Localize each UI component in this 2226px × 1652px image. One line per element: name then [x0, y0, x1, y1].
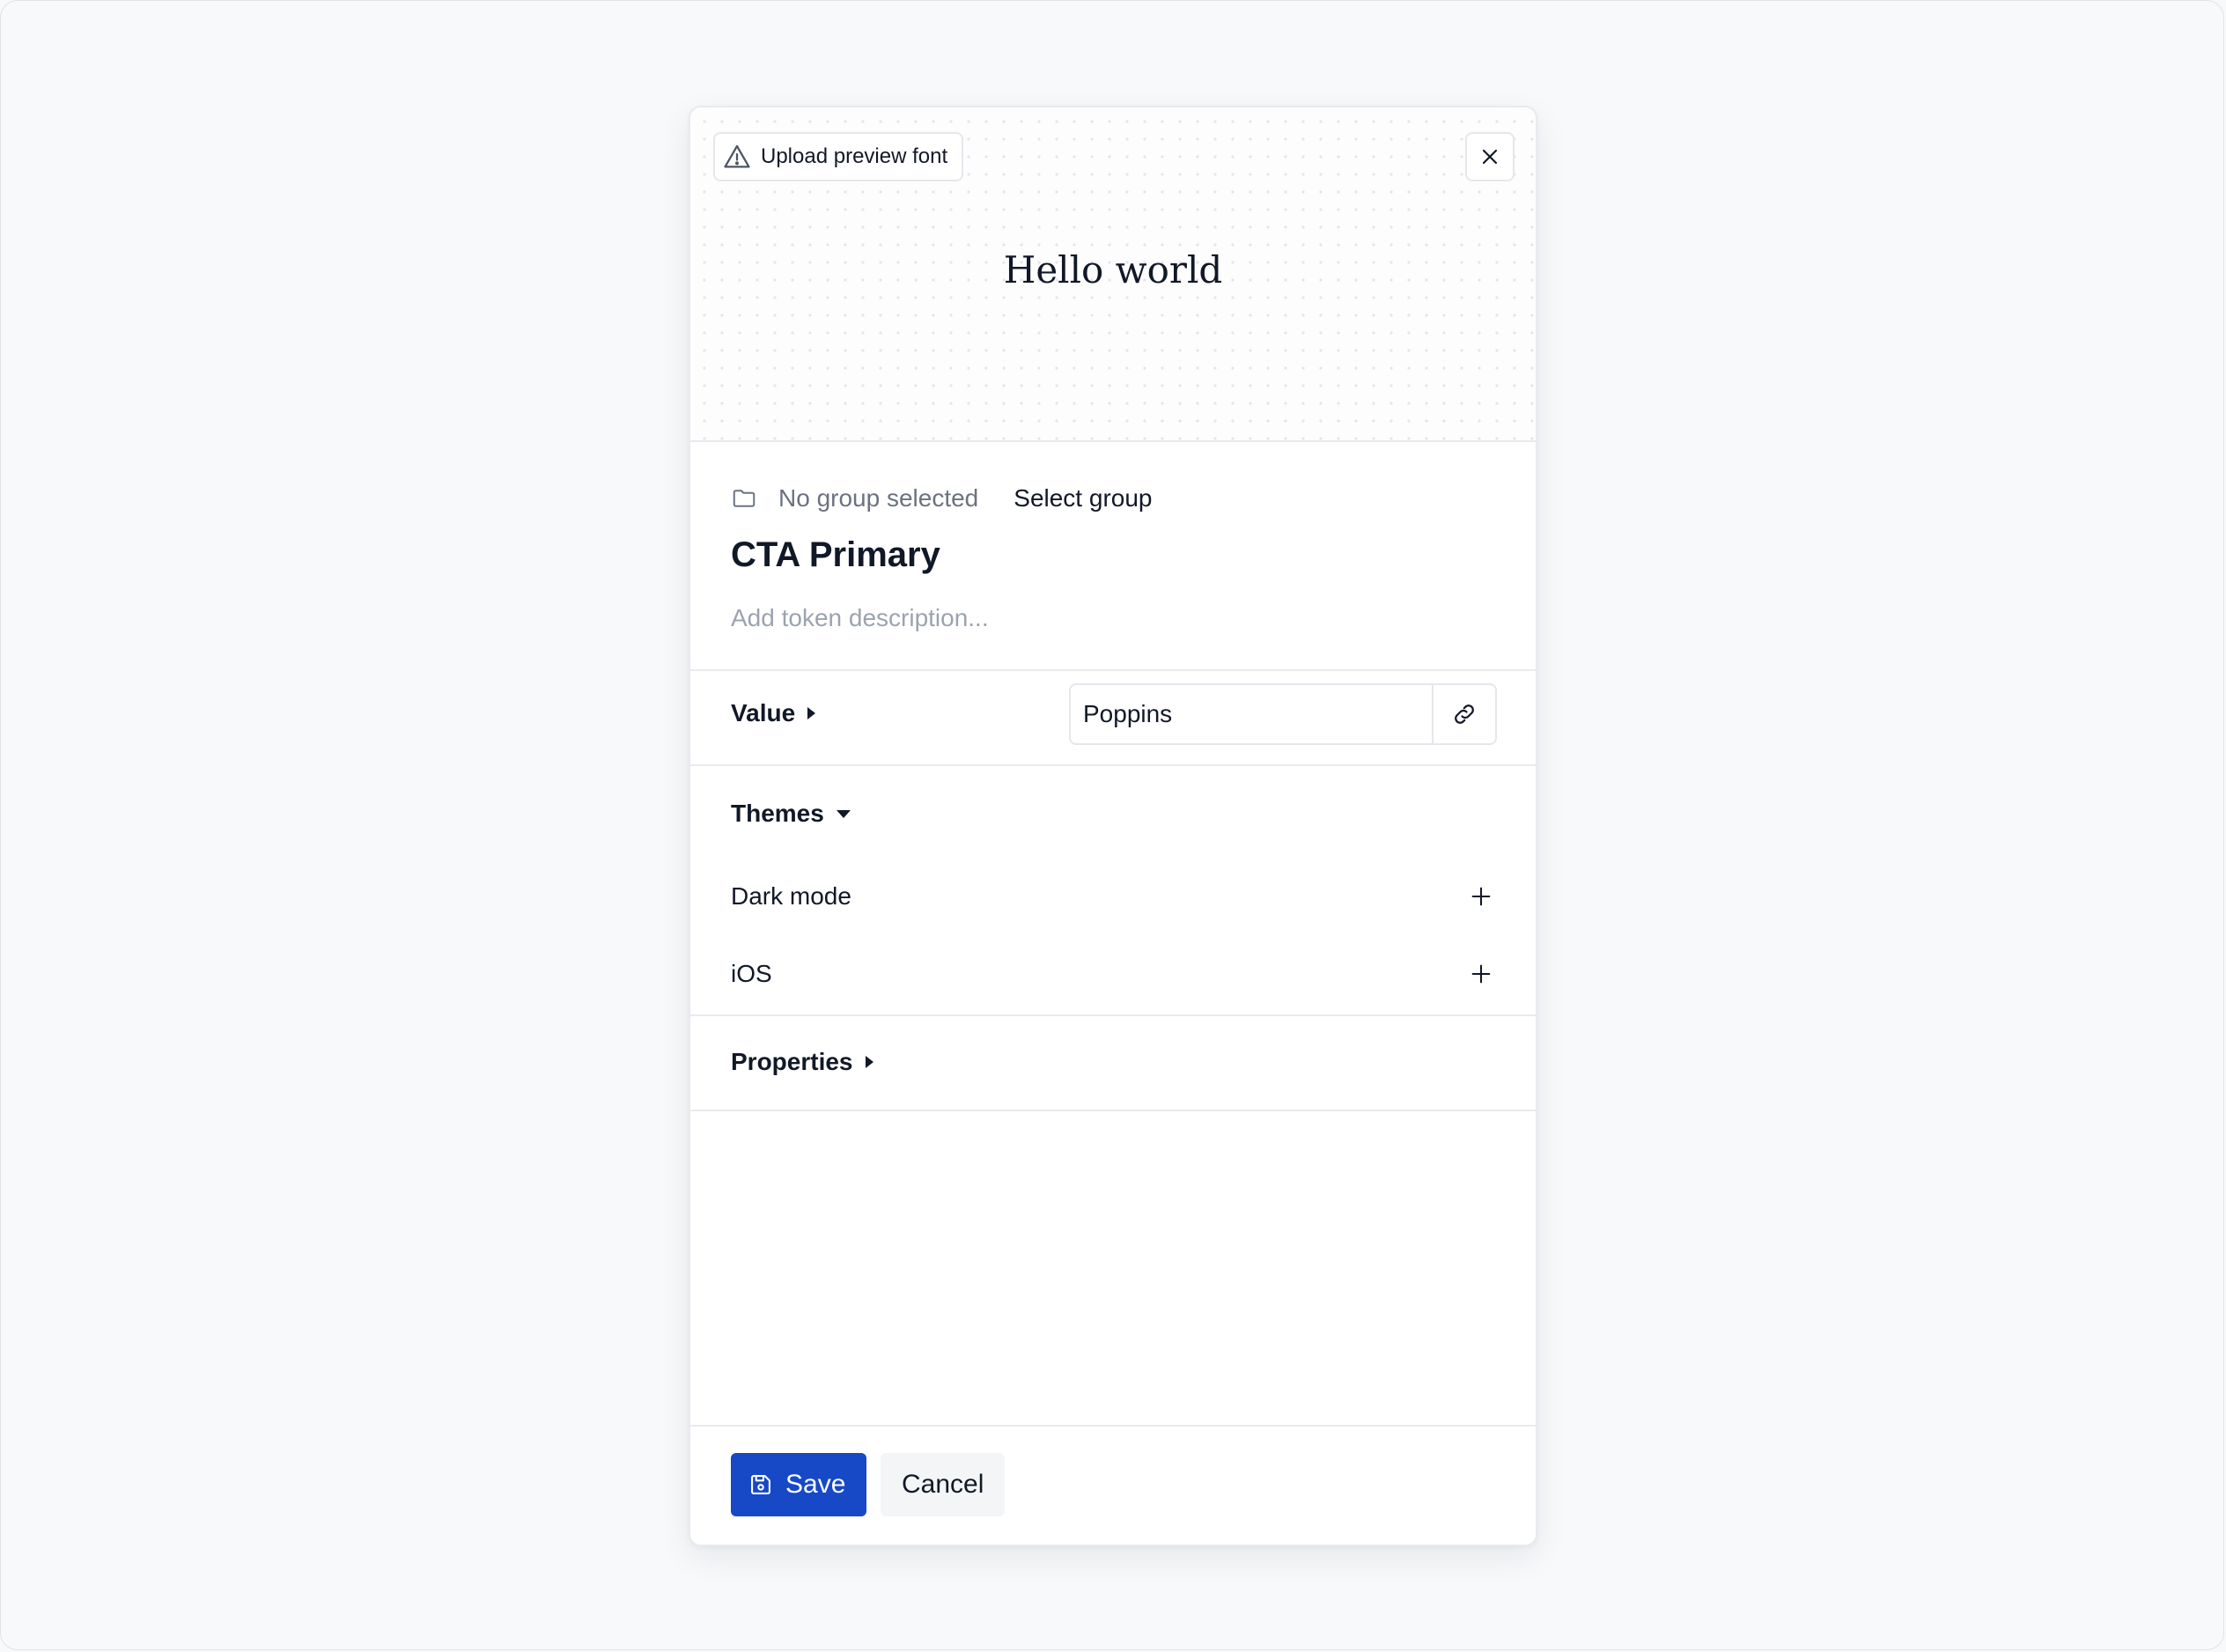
themes-section: Themes Dark mode iOS	[690, 766, 1536, 1016]
theme-item-ios: iOS	[731, 955, 1493, 993]
panel-footer: Save Cancel	[690, 1425, 1536, 1545]
plus-icon[interactable]	[1469, 962, 1493, 986]
plus-icon[interactable]	[1469, 884, 1493, 909]
upload-preview-font-button[interactable]: Upload preview font	[713, 132, 964, 181]
upload-preview-font-label: Upload preview font	[761, 144, 948, 168]
value-section-toggle[interactable]: Value	[731, 699, 816, 727]
close-icon	[1479, 146, 1500, 167]
close-button[interactable]	[1465, 132, 1515, 181]
properties-section-toggle[interactable]: Properties	[731, 1048, 873, 1076]
group-row: No group selected Select group	[731, 483, 1152, 514]
token-description-input[interactable]: Add token description...	[731, 604, 989, 632]
token-name[interactable]: CTA Primary	[731, 535, 940, 575]
properties-section: Properties	[690, 1016, 1536, 1111]
token-info-section: No group selected Select group CTA Prima…	[690, 442, 1536, 671]
value-field[interactable]: Poppins	[1071, 685, 1432, 743]
preview-sample-text: Hello world	[1003, 248, 1223, 291]
floppy-disk-icon	[748, 1472, 773, 1497]
caret-right-icon	[807, 707, 816, 719]
themes-section-title: Themes	[731, 800, 824, 827]
caret-down-icon	[836, 809, 851, 818]
themes-section-toggle[interactable]: Themes	[731, 800, 851, 828]
value-section: Value Poppins	[690, 671, 1536, 766]
select-group-button[interactable]: Select group	[1013, 484, 1152, 513]
theme-label: Dark mode	[731, 882, 851, 910]
alias-link-button[interactable]	[1432, 685, 1495, 743]
save-button[interactable]: Save	[731, 1453, 867, 1516]
theme-item-dark-mode: Dark mode	[731, 877, 1493, 916]
save-button-label: Save	[785, 1470, 846, 1499]
warning-triangle-icon	[722, 142, 752, 172]
value-section-title: Value	[731, 699, 796, 726]
link-icon	[1451, 701, 1478, 727]
properties-section-title: Properties	[731, 1048, 853, 1075]
font-preview-area: Upload preview font Hello world	[690, 107, 1536, 442]
token-edit-panel: Upload preview font Hello world No group…	[689, 106, 1537, 1546]
caret-right-icon	[865, 1056, 873, 1068]
theme-label: iOS	[731, 960, 772, 987]
value-input: Poppins	[1069, 683, 1497, 745]
group-status-text: No group selected	[778, 484, 979, 512]
cancel-button[interactable]: Cancel	[881, 1453, 1006, 1516]
folder-icon	[731, 485, 778, 512]
